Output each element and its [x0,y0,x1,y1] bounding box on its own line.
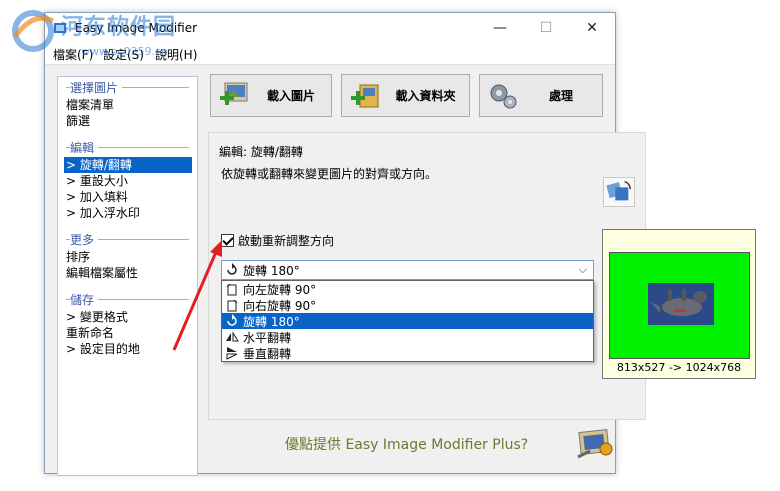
sidebar-item-rename[interactable]: 重新命名 [64,325,192,341]
preview-canvas [609,252,750,359]
app-window: Easy Image Modifier — ☐ ✕ 檔案(F) 設定(S) 說明… [12,10,646,476]
sidebar: 選擇圖片 檔案清單 篩選 編輯 > 旋轉/翻轉 > 重設大小 > 加入填料 > … [57,76,198,476]
sidebar-item-file-list[interactable]: 檔案清單 [64,97,192,113]
process-label: 處理 [548,89,573,103]
option-flip-horizontal[interactable]: 水平翻轉 [222,329,593,345]
load-folder-label: 載入資料夾 [395,89,456,103]
add-folder-icon [351,84,379,107]
flip-horizontal-icon [226,331,239,342]
auto-orient-checkbox[interactable] [221,234,234,247]
add-image-icon [220,82,248,105]
sidebar-item-sort[interactable]: 排序 [64,249,192,265]
rotate-dropdown-list: 向左旋轉 90° 向右旋轉 90° 旋轉 180° 水平翻轉 垂直翻轉 [221,280,594,362]
sidebar-section-save: 儲存 [58,291,197,308]
rotate-left-icon [226,283,237,296]
auto-orient-row[interactable]: 啟動重新調整方向 [221,232,334,249]
rotate-select[interactable]: 旋轉 180° ⌵ [221,260,594,280]
minimize-button[interactable]: — [477,13,523,43]
option-rotate-right[interactable]: 向右旋轉 90° [222,297,593,313]
site-watermark: 河东软件园 www.pc0359.cn [1,1,201,61]
maximize-button[interactable]: ☐ [523,13,569,43]
watermark-url: www.pc0359.cn [81,45,169,58]
option-rotate-180[interactable]: 旋轉 180° [222,313,593,329]
sidebar-item-change-format[interactable]: > 變更格式 [64,309,192,325]
sidebar-item-filter[interactable]: 篩選 [64,113,192,129]
rotate-180-icon [227,263,237,275]
process-button[interactable]: 處理 [479,74,603,117]
edit-panel: 編輯: 旋轉/翻轉 依旋轉或翻轉來變更圖片的對齊或方向。 啟動重新調整方向 旋轉… [208,132,646,420]
sidebar-section-edit: 編輯 [58,139,197,156]
auto-orient-label: 啟動重新調整方向 [238,234,335,248]
flip-vertical-icon [226,347,238,360]
chevron-down-icon: ⌵ [578,263,587,276]
option-rotate-left[interactable]: 向左旋轉 90° [222,281,593,297]
close-button[interactable]: ✕ [569,13,615,43]
watermark-logo-icon [12,10,55,52]
load-image-button[interactable]: 載入圖片 [210,74,332,117]
load-folder-button[interactable]: 載入資料夾 [341,74,470,117]
rotate-180-icon [227,314,237,326]
edit-panel-description: 依旋轉或翻轉來變更圖片的對齊或方向。 [221,167,438,181]
preview-thumbnail [648,283,714,325]
rotate-right-icon [227,299,238,312]
upgrade-photo-icon [577,429,613,459]
sidebar-item-resize[interactable]: > 重設大小 [64,173,192,189]
gears-icon [490,84,517,108]
load-image-label: 載入圖片 [266,89,315,103]
upgrade-promo-link[interactable]: 優點提供 Easy Image Modifier Plus? [285,434,528,454]
rotate-select-value: 旋轉 180° [243,263,300,278]
sidebar-item-set-destination[interactable]: > 設定目的地 [64,341,192,357]
sidebar-item-add-watermark[interactable]: > 加入浮水印 [64,205,192,221]
rotate-flip-icon [603,177,635,207]
sidebar-item-rotate-flip[interactable]: > 旋轉/翻轉 [64,157,192,173]
image-preview-tooltip: 813x527 -> 1024x768 [602,229,756,379]
preview-size-text: 813x527 -> 1024x768 [616,361,742,374]
rhino-photo-icon [648,283,714,325]
option-flip-vertical[interactable]: 垂直翻轉 [222,345,593,361]
sidebar-section-select: 選擇圖片 [58,79,197,96]
sidebar-item-add-padding[interactable]: > 加入填料 [64,189,192,205]
edit-panel-title: 編輯: 旋轉/翻轉 [219,145,303,159]
sidebar-item-edit-properties[interactable]: 編輯檔案屬性 [64,265,192,281]
watermark-text: 河东软件园 [61,15,177,40]
sidebar-section-more: 更多 [58,231,197,248]
screenshot-stage: Easy Image Modifier — ☐ ✕ 檔案(F) 設定(S) 說明… [0,0,780,491]
